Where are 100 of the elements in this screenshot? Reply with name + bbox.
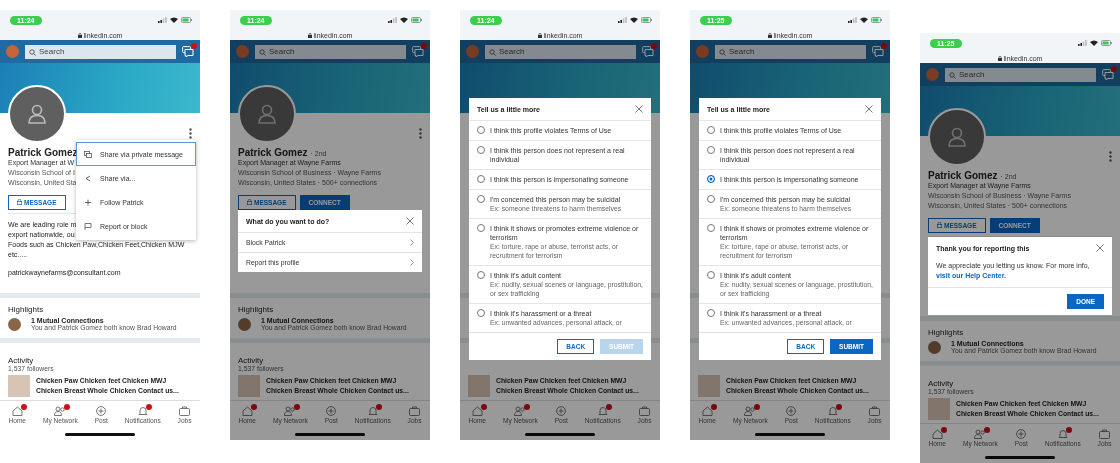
briefcase-icon	[1099, 429, 1111, 439]
people-icon	[54, 406, 67, 416]
search-field[interactable]: Search	[715, 44, 866, 59]
bell-icon	[137, 406, 148, 416]
share-icon	[84, 174, 92, 182]
wifi-icon	[1090, 40, 1098, 46]
briefcase-icon	[179, 406, 191, 416]
avatar-placeholder	[928, 340, 941, 354]
search-field[interactable]: Search	[485, 44, 636, 59]
home-indicator	[295, 433, 365, 436]
avatar-placeholder	[238, 317, 251, 331]
briefcase-icon	[409, 406, 421, 416]
lock-icon	[247, 199, 252, 205]
more-options-icon[interactable]	[1109, 151, 1112, 162]
profile-name: Patrick Gomez	[928, 170, 998, 181]
home-icon	[931, 429, 943, 439]
lock-icon	[307, 32, 312, 38]
people-icon	[284, 406, 297, 416]
person-icon	[26, 103, 48, 125]
home-indicator	[65, 433, 135, 436]
signal-icon	[158, 17, 167, 23]
photo-placeholder	[698, 375, 720, 397]
battery-icon	[1101, 40, 1112, 46]
plus-circle-icon	[786, 406, 797, 416]
home-icon	[471, 406, 483, 416]
messaging-icon[interactable]	[1102, 69, 1114, 80]
plus-icon	[84, 198, 92, 206]
home-icon	[241, 406, 253, 416]
search-icon	[949, 71, 956, 79]
plus-circle-icon	[96, 406, 107, 416]
home-icon	[701, 406, 713, 416]
wifi-icon	[630, 17, 638, 23]
chevron-icon	[410, 239, 414, 246]
avatar-placeholder	[8, 317, 21, 331]
battery-icon	[871, 17, 882, 23]
plus-circle-icon	[556, 406, 567, 416]
people-icon	[514, 406, 527, 416]
lock-icon	[767, 32, 772, 38]
lock-icon	[77, 32, 82, 38]
messaging-icon[interactable]	[872, 46, 884, 57]
bell-icon	[597, 406, 608, 416]
section-title: Activity	[928, 379, 954, 388]
messaging-icon[interactable]	[642, 46, 654, 57]
lock-icon	[17, 199, 22, 205]
signal-icon	[1078, 40, 1087, 46]
profile-name: Patrick Gomez	[238, 147, 308, 158]
person-icon	[256, 103, 278, 125]
radio-button[interactable]	[707, 175, 715, 183]
search-icon	[719, 48, 726, 56]
close-icon[interactable]	[635, 105, 643, 113]
photo-placeholder	[238, 375, 260, 397]
search-icon	[259, 48, 266, 56]
person-icon	[946, 126, 968, 148]
bell-icon	[367, 406, 378, 416]
search-icon	[29, 48, 36, 56]
signal-icon	[388, 17, 397, 23]
home-indicator	[755, 433, 825, 436]
close-icon[interactable]	[1096, 244, 1104, 252]
messaging-icon[interactable]	[412, 46, 424, 57]
wifi-icon	[860, 17, 868, 23]
battery-icon	[181, 17, 192, 23]
people-icon	[744, 406, 757, 416]
copy-icon	[84, 150, 92, 158]
section-title: Highlights	[928, 328, 964, 337]
wifi-icon	[170, 17, 178, 23]
plus-circle-icon	[1016, 429, 1027, 439]
search-field[interactable]: Search	[255, 44, 406, 59]
messaging-icon[interactable]	[182, 46, 194, 57]
bell-icon	[1057, 429, 1068, 439]
home-indicator	[525, 433, 595, 436]
people-icon	[974, 429, 987, 439]
search-icon	[489, 48, 496, 56]
lock-icon	[997, 55, 1002, 61]
wifi-icon	[400, 17, 408, 23]
search-field[interactable]: Search	[25, 44, 176, 59]
more-options-icon[interactable]	[419, 128, 422, 139]
home-indicator	[985, 456, 1055, 459]
section-title: Highlights	[238, 305, 274, 314]
bell-icon	[827, 406, 838, 416]
section-title: Activity	[8, 356, 34, 365]
briefcase-icon	[869, 406, 881, 416]
chevron-icon	[410, 259, 414, 266]
flag-icon	[84, 222, 92, 230]
close-icon[interactable]	[406, 217, 414, 225]
battery-icon	[641, 17, 652, 23]
photo-placeholder	[468, 375, 490, 397]
briefcase-icon	[639, 406, 651, 416]
search-field[interactable]: Search	[945, 67, 1096, 82]
section-title: Highlights	[8, 305, 44, 314]
signal-icon	[848, 17, 857, 23]
more-options-icon[interactable]	[189, 128, 192, 139]
close-icon[interactable]	[865, 105, 873, 113]
photo-placeholder	[928, 398, 950, 420]
battery-icon	[411, 17, 422, 23]
photo-placeholder	[8, 375, 30, 397]
signal-icon	[618, 17, 627, 23]
profile-name: Patrick Gomez	[8, 147, 78, 158]
lock-icon	[937, 222, 942, 228]
plus-circle-icon	[326, 406, 337, 416]
section-title: Activity	[238, 356, 264, 365]
